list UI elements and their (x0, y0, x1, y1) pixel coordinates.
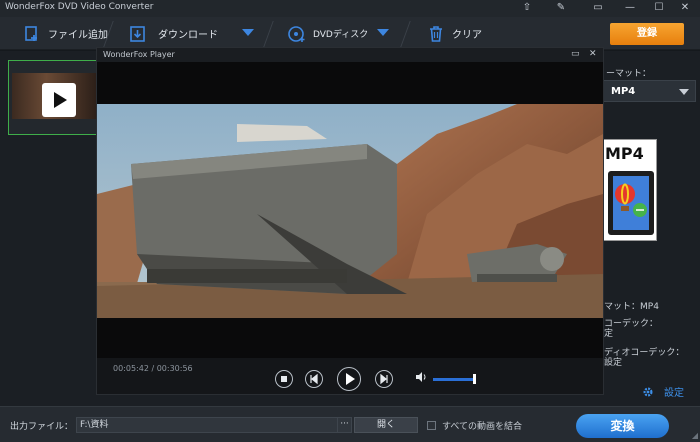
add-file-icon (22, 24, 42, 44)
output-path-field[interactable]: F:\資料 (76, 417, 338, 433)
stop-icon (281, 376, 287, 382)
output-file-label: 出力ファイル： (10, 422, 74, 432)
add-file-button[interactable]: ファイル追加 (22, 17, 108, 50)
output-format-label: ーマット： (606, 69, 652, 79)
settings-label: 設定 (664, 388, 684, 399)
convert-button[interactable]: 変換 (576, 414, 669, 438)
format-select-value: MP4 (611, 86, 636, 97)
checkbox-icon (427, 421, 436, 430)
player-controls: 00:05:42 / 00:30:56 (97, 358, 603, 394)
format-preview-card[interactable]: MP4 (602, 139, 657, 241)
add-file-label: ファイル追加 (48, 30, 108, 41)
merge-all-checkbox[interactable]: すべての動画を結合 (427, 419, 522, 432)
toolbar: ファイル追加 ダウンロード DVDディスク クリア (0, 17, 700, 50)
player-title-bar: WonderFox Player ▭ ✕ (97, 48, 603, 62)
bottom-bar: 出力ファイル： F:\資料 ··· 開く すべての動画を結合 変換 ◢ (0, 406, 700, 442)
upload-icon[interactable]: ⇧ (516, 1, 538, 15)
wrench-icon[interactable]: ✎ (550, 1, 572, 15)
next-button[interactable] (375, 370, 393, 388)
play-icon (346, 373, 355, 385)
film-balloon-icon (608, 171, 654, 235)
download-dropdown-icon[interactable] (242, 29, 254, 36)
register-button[interactable]: 登録 (610, 23, 684, 45)
resize-grip-icon[interactable]: ◢ (692, 431, 698, 440)
volume-icon[interactable] (415, 371, 427, 383)
skip-back-icon (310, 373, 318, 385)
dvd-disc-label: DVDディスク (313, 30, 369, 40)
video-frame[interactable] (97, 104, 603, 318)
download-button[interactable]: ダウンロード (128, 17, 218, 50)
dvd-disc-button[interactable]: DVDディスク (287, 17, 368, 50)
play-icon[interactable] (42, 83, 76, 117)
title-bar: WonderFox DVD Video Converter ⇧ ✎ ▭ — ☐ … (0, 0, 700, 17)
format-card-label: MP4 (605, 144, 644, 163)
player-maximize-button[interactable]: ▭ (571, 49, 580, 59)
video-thumbnail[interactable] (8, 60, 102, 135)
player-close-button[interactable]: ✕ (589, 49, 597, 59)
toolbar-divider (263, 21, 274, 47)
dvd-icon (287, 24, 307, 44)
browse-button[interactable]: ··· (337, 417, 352, 433)
clear-label: クリア (452, 30, 482, 41)
merge-label: すべての動画を結合 (442, 422, 523, 432)
previous-button[interactable] (305, 370, 323, 388)
trash-icon (426, 24, 446, 44)
format-select[interactable]: MP4 (602, 80, 696, 102)
player-window: WonderFox Player ▭ ✕ 00:05:42 / 00:30:56 (96, 47, 604, 395)
download-label: ダウンロード (158, 30, 218, 41)
dvd-dropdown-icon[interactable] (377, 29, 389, 36)
close-button[interactable]: ✕ (674, 1, 696, 15)
video-scene-image (97, 104, 603, 318)
player-title: WonderFox Player (103, 50, 175, 59)
audio-codec-value: 設定 (604, 358, 623, 368)
chevron-down-icon (679, 89, 689, 95)
volume-slider[interactable] (433, 378, 475, 381)
format-info: マット：MP4 (604, 302, 659, 312)
open-folder-button[interactable]: 開く (354, 417, 418, 433)
play-button[interactable] (337, 367, 361, 391)
stop-button[interactable] (275, 370, 293, 388)
maximize-button[interactable]: ☐ (648, 1, 670, 15)
clear-button[interactable]: クリア (426, 17, 482, 50)
minimize-button[interactable]: — (619, 1, 641, 15)
video-codec-value: 定 (604, 329, 614, 339)
playback-time: 00:05:42 / 00:30:56 (113, 364, 193, 373)
skip-forward-icon (380, 373, 388, 385)
download-icon (128, 24, 148, 44)
window-title: WonderFox DVD Video Converter (5, 2, 154, 12)
volume-slider-handle[interactable] (473, 374, 476, 384)
toolbar-divider (400, 21, 411, 47)
chat-icon[interactable]: ▭ (587, 1, 609, 15)
settings-button[interactable]: 設定 (642, 384, 684, 399)
gear-icon (643, 386, 653, 397)
